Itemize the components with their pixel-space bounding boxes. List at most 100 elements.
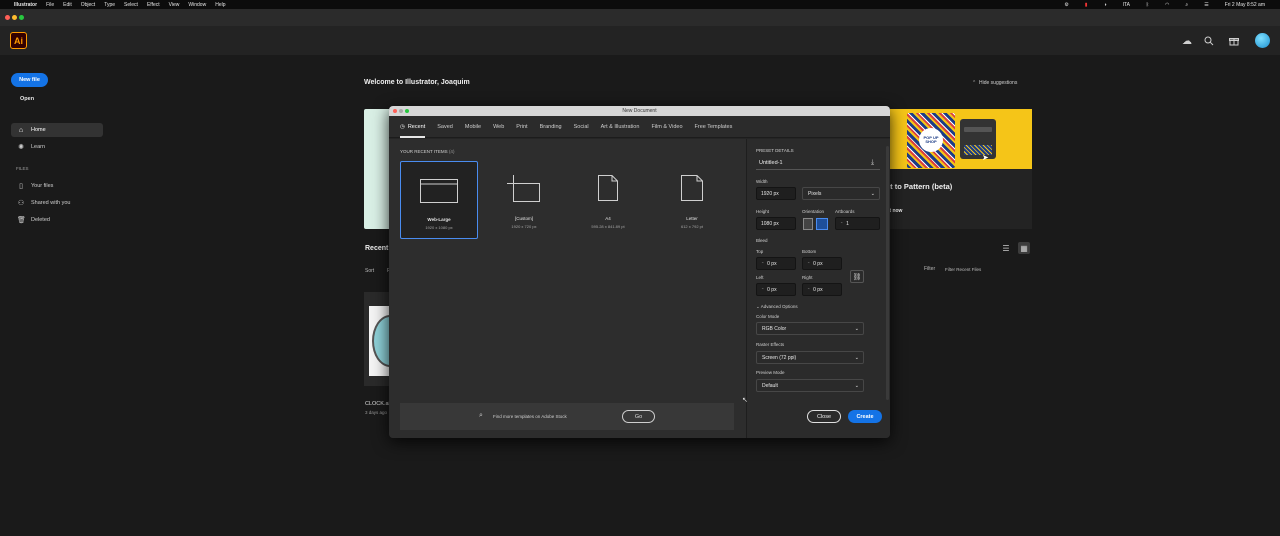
- menubar-clock[interactable]: Fri 2 May 8:52 am: [1225, 2, 1265, 8]
- preset-name: A4: [605, 216, 611, 221]
- record-status-icon[interactable]: ▮: [1085, 2, 1088, 8]
- close-button[interactable]: Close: [807, 410, 841, 423]
- preview-mode-dropdown[interactable]: Default ⌄: [756, 379, 864, 392]
- close-window-icon[interactable]: [5, 15, 10, 20]
- file-icon: ▯: [19, 183, 23, 190]
- portrait-orientation-icon[interactable]: [803, 218, 813, 230]
- stepper-icon[interactable]: ⌃: [761, 261, 764, 266]
- search-status-icon[interactable]: ⌕: [1185, 2, 1188, 8]
- tab-recent[interactable]: ◷ Recent: [400, 116, 426, 138]
- dialog-zoom-icon[interactable]: [405, 109, 409, 113]
- landscape-orientation-icon[interactable]: [816, 218, 828, 230]
- search-icon[interactable]: [1202, 34, 1216, 48]
- bleed-top-label: Top: [756, 249, 764, 254]
- banner-try-link[interactable]: it now: [888, 208, 902, 214]
- bluetooth-icon[interactable]: ᛒ: [1146, 2, 1149, 8]
- color-mode-dropdown[interactable]: RGB Color ⌄: [756, 322, 864, 335]
- bleed-bottom-label: Bottom: [802, 249, 817, 254]
- hide-suggestions-label: Hide suggestions: [978, 80, 1018, 86]
- save-preset-icon[interactable]: ⤓: [871, 159, 874, 167]
- artboards-input[interactable]: ⌃ 1: [835, 217, 880, 230]
- document-name-input[interactable]: Untitled-1: [756, 158, 880, 170]
- menu-type[interactable]: Type: [104, 2, 115, 8]
- sidebar-item-learn[interactable]: ✺ Learn: [11, 140, 103, 154]
- zoom-window-icon[interactable]: [19, 15, 24, 20]
- preset-letter[interactable]: Letter 612 x 792 pt: [653, 161, 731, 239]
- height-input[interactable]: 1080 px: [756, 217, 796, 230]
- menu-file[interactable]: File: [46, 2, 54, 8]
- sidebar-item-shared[interactable]: ⚇ Shared with you: [11, 196, 103, 210]
- menu-edit[interactable]: Edit: [63, 2, 72, 8]
- menu-effect[interactable]: Effect: [147, 2, 160, 8]
- tab-free-templates[interactable]: Free Templates: [695, 116, 733, 138]
- hide-suggestions-button[interactable]: ⌃ Hide suggestions: [972, 80, 1017, 86]
- bleed-top-input[interactable]: ⌃ 0 px: [756, 257, 796, 270]
- go-button[interactable]: Go: [622, 410, 655, 423]
- input-source[interactable]: ITA: [1123, 2, 1130, 8]
- tab-mobile[interactable]: Mobile: [465, 116, 481, 138]
- filter-input[interactable]: Filter Recent Files: [943, 264, 1032, 275]
- bleed-bottom-input[interactable]: ⌃ 0 px: [802, 257, 842, 270]
- tab-social[interactable]: Social: [574, 116, 589, 138]
- suggestion-banner-left[interactable]: [364, 109, 390, 229]
- preset-custom[interactable]: [Custom] 1920 x 720 px: [485, 161, 563, 239]
- menu-bar: Illustrator File Edit Object Type Select…: [0, 0, 1280, 9]
- suggestion-banner-text: [890, 169, 1032, 229]
- preset-web-large[interactable]: Web-Large 1920 x 1080 px: [400, 161, 478, 239]
- new-file-button[interactable]: New file: [11, 73, 48, 87]
- cloud-icon[interactable]: ☁: [1180, 34, 1194, 48]
- settings-status-icon[interactable]: ⚙: [1064, 2, 1068, 8]
- tab-print[interactable]: Print: [516, 116, 527, 138]
- minimize-window-icon[interactable]: [12, 15, 17, 20]
- home-icon: ⌂: [18, 126, 24, 134]
- sidebar-item-label: Shared with you: [31, 200, 71, 206]
- tab-saved[interactable]: Saved: [437, 116, 453, 138]
- menu-help[interactable]: Help: [215, 2, 225, 8]
- page-document-icon: [598, 175, 618, 201]
- control-center-icon[interactable]: ☰: [1204, 2, 1208, 8]
- open-button[interactable]: Open: [20, 96, 34, 102]
- dialog-close-icon[interactable]: [393, 109, 397, 113]
- filter-label: Filter: [924, 266, 936, 272]
- raster-effects-dropdown[interactable]: Screen (72 ppi) ⌄: [756, 351, 864, 364]
- tab-web[interactable]: Web: [493, 116, 504, 138]
- menu-view[interactable]: View: [169, 2, 180, 8]
- advanced-options-toggle[interactable]: ⌄ Advanced Options: [756, 304, 798, 310]
- link-bleed-icon[interactable]: ⛓: [850, 270, 864, 283]
- width-input[interactable]: 1920 px: [756, 187, 796, 200]
- sidebar-item-your-files[interactable]: ▯ Your files: [11, 179, 103, 193]
- stepper-icon[interactable]: ⌃: [840, 221, 843, 226]
- illustrator-logo-icon[interactable]: Ai: [10, 32, 27, 49]
- stepper-icon[interactable]: ⌃: [807, 261, 810, 266]
- bleed-right-input[interactable]: ⌃ 0 px: [802, 283, 842, 296]
- menu-object[interactable]: Object: [81, 2, 95, 8]
- units-dropdown[interactable]: Pixels ⌄: [802, 187, 880, 200]
- preset-size: 612 x 792 pt: [680, 224, 704, 229]
- menu-app-name[interactable]: Illustrator: [14, 2, 37, 8]
- tab-branding[interactable]: Branding: [540, 116, 562, 138]
- stock-search-input[interactable]: Find more templates on Adobe Stock: [493, 414, 567, 419]
- recent-file-name[interactable]: CLOCK.ai: [365, 401, 390, 407]
- grid-view-icon[interactable]: ▦: [1018, 242, 1030, 254]
- sidebar-item-deleted[interactable]: 🗑 Deleted: [11, 213, 103, 227]
- tab-art-illustration[interactable]: Art & Illustration: [601, 116, 640, 138]
- stepper-icon[interactable]: ⌃: [807, 287, 810, 292]
- avatar[interactable]: [1255, 33, 1270, 48]
- toggle-status-icon[interactable]: ◑: [1104, 2, 1107, 8]
- menu-window[interactable]: Window: [188, 2, 206, 8]
- files-heading: FILES: [16, 166, 29, 171]
- preset-a4[interactable]: A4 595.28 x 841.89 pt: [569, 161, 647, 239]
- bleed-left-input[interactable]: ⌃ 0 px: [756, 283, 796, 296]
- chevron-down-icon: ⌄: [756, 304, 760, 309]
- menu-select[interactable]: Select: [124, 2, 138, 8]
- gift-icon[interactable]: [1227, 34, 1241, 48]
- stepper-icon[interactable]: ⌃: [761, 287, 764, 292]
- create-button[interactable]: Create: [848, 410, 882, 423]
- recent-heading: Recent: [365, 245, 389, 252]
- list-view-icon[interactable]: ☰: [1000, 242, 1012, 254]
- sidebar-item-home[interactable]: ⌂ Home: [11, 123, 103, 137]
- tab-film-video[interactable]: Film & Video: [651, 116, 682, 138]
- sidebar-item-label: Home: [31, 127, 46, 133]
- details-scrollbar[interactable]: [886, 146, 889, 400]
- wifi-icon[interactable]: ◠: [1165, 2, 1169, 8]
